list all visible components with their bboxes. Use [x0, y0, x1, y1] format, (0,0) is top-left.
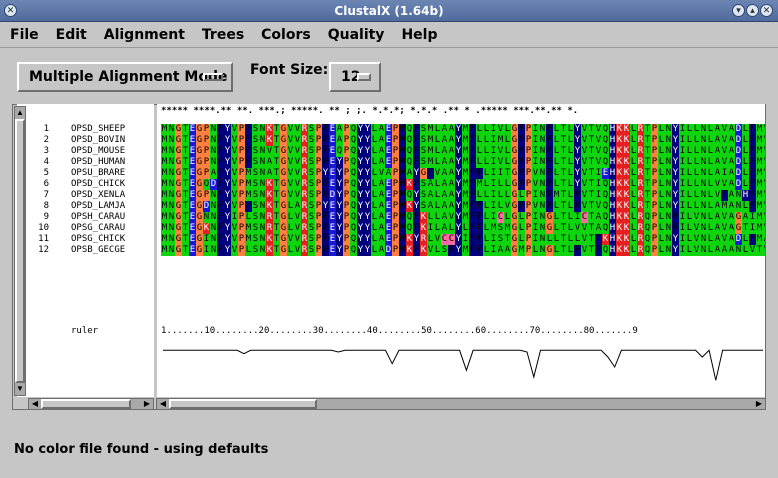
menu-file[interactable]: File: [10, 27, 39, 43]
sequence-row[interactable]: MNGTEGDNFYVPFSNKTGLARSPYEYPQYYLAEPWKYSAL…: [161, 201, 765, 212]
menu-bar: File Edit Alignment Trees Colors Quality…: [0, 22, 778, 48]
maximize-icon[interactable]: ▴: [746, 4, 759, 17]
menu-quality[interactable]: Quality: [328, 27, 385, 43]
scroll-thumb[interactable]: [41, 399, 131, 409]
sequence-row[interactable]: MNGTEGPNFYVPFSNATGVVRSPFEYPQYYLAEPWQFSML…: [161, 157, 765, 168]
quality-curve-line: [163, 349, 763, 381]
sequence-name: OPSD_MOUSE: [71, 146, 126, 156]
scroll-right-icon[interactable]: ▶: [142, 399, 152, 409]
menu-colors[interactable]: Colors: [261, 27, 311, 43]
sequence-name-row[interactable]: 8 OPSD_LAMJA: [17, 201, 126, 212]
sequence-name: OPSD_HUMAN: [71, 157, 126, 167]
sequence-name-row[interactable]: 1 OPSD_SHEEP: [17, 124, 126, 135]
scroll-left-icon[interactable]: ◀: [158, 399, 168, 409]
menu-help[interactable]: Help: [401, 27, 437, 43]
sequence-row[interactable]: MNGTEGPNFYVPFSNVTGVVRSPFEQPQYYLAEPWQFSML…: [161, 146, 765, 157]
toolbar: Multiple Alignment Mode Font Size: 12: [0, 48, 778, 100]
sequence-row[interactable]: MNGTEGPNFYVPMSNKTGVVRSPFDYPQYYLAEPWQYSAL…: [161, 190, 765, 201]
window-title: ClustalX (1.64b): [334, 3, 444, 18]
sequence-name: OPSD_XENLA: [71, 190, 126, 200]
font-size-select[interactable]: 12: [329, 62, 381, 92]
status-message: No color file found - using defaults: [14, 442, 269, 457]
sequence-name-row[interactable]: 2 OPSD_BOVIN: [17, 135, 126, 146]
sequence-name-row[interactable]: 5 OPSU_BRARE: [17, 168, 126, 179]
sequence-name: OPSD_SHEEP: [71, 124, 126, 134]
scroll-down-icon[interactable]: ▼: [15, 384, 25, 394]
vertical-scrollbar[interactable]: ▲ ▼: [14, 106, 26, 396]
quality-curve: [163, 349, 763, 381]
sequence-name-row[interactable]: 11 OPSG_CHICK: [17, 234, 125, 245]
sequence-name-row[interactable]: 3 OPSD_MOUSE: [17, 146, 126, 157]
alignment-pane[interactable]: ***** ****.** **. ***.; *****. ** ; ;. *…: [157, 104, 765, 397]
sequence-name: OPSG_CARAU: [71, 223, 126, 233]
ruler-label: ruler: [71, 326, 99, 336]
sequence-row[interactable]: MNGTEGQDFYVPMSNKTGVVRSPFEYPQYYLAEPWKFSAL…: [161, 179, 765, 190]
sequence-name: OPSD_CHICK: [71, 179, 126, 189]
sequence-name-row[interactable]: 12 OPSB_GECGE: [17, 245, 125, 256]
sequence-name: OPSU_BRARE: [71, 168, 126, 178]
sequence-name-row[interactable]: 10 OPSG_CARAU: [17, 223, 125, 234]
ruler-line: 1.......10........20........30........40…: [161, 326, 638, 336]
sequence-name: OPSD_BOVIN: [71, 135, 126, 145]
sequence-name: OPSD_LAMJA: [71, 201, 126, 211]
menu-trees[interactable]: Trees: [202, 27, 244, 43]
menu-edit[interactable]: Edit: [56, 27, 87, 43]
sequence-name-row[interactable]: 4 OPSD_HUMAN: [17, 157, 126, 168]
minimize-icon[interactable]: ▾: [732, 4, 745, 17]
mode-select[interactable]: Multiple Alignment Mode: [17, 62, 233, 92]
option-indicator-icon: [203, 73, 223, 81]
sequence-name-row[interactable]: 6 OPSD_CHICK: [17, 179, 126, 190]
scroll-right-icon[interactable]: ▶: [754, 399, 764, 409]
sequence-name-row[interactable]: 9 OPSH_CARAU: [17, 212, 126, 223]
sequence-row[interactable]: MNGTEGPAFYVPMSNATGVVRSPYEYPQYYLVAPWAYGFV…: [161, 168, 765, 179]
close-window-icon[interactable]: ✕: [760, 4, 773, 17]
option-indicator-icon: [357, 73, 371, 81]
names-horizontal-scrollbar[interactable]: ◀ ▶: [28, 398, 154, 410]
title-bar: ClustalX (1.64b) ✕ ▾ ▴ ✕: [0, 0, 778, 22]
scroll-left-icon[interactable]: ◀: [30, 399, 40, 409]
mode-select-value: Multiple Alignment Mode: [29, 69, 228, 85]
sequence-row[interactable]: MNGTEGPNFYVPFSNKTGVVRSPFEAPQYYLAEPWQFSML…: [161, 135, 765, 146]
sequence-name: OPSH_CARAU: [71, 212, 126, 222]
close-icon[interactable]: ✕: [4, 4, 17, 17]
sequence-row[interactable]: MNGTEGINFYVPMSNKTGVVRSPFEYPQYYLAEPWKYRLV…: [161, 234, 765, 245]
sequence-row[interactable]: MNGTEGNNFYIPLSNRTGLVRSPFEYPQYYLAEPWQFKLL…: [161, 212, 765, 223]
scroll-thumb[interactable]: [169, 399, 317, 409]
sequence-names-pane: ruler 1 OPSD_SHEEP 2 OPSD_BOVIN 3 OPSD_MOUSE 4…: [17, 104, 154, 397]
menu-alignment[interactable]: Alignment: [104, 27, 185, 43]
sequence-name-row[interactable]: 7 OPSD_XENLA: [17, 190, 126, 201]
sequence-row[interactable]: MNGTEGPNFYVPFSNKTGVVRSPFEAPQYYLAEPWQFSML…: [161, 124, 765, 135]
scroll-up-icon[interactable]: ▲: [15, 108, 25, 118]
sequence-row[interactable]: MNGTEGINFYVPLSNKTGLVRSPFEYPQYYLADPWKFKVL…: [161, 245, 765, 256]
sequence-row[interactable]: MNGTEGKNFYVPMSNRTGLVRSPFEYPQYYLAEPWQFKIL…: [161, 223, 765, 234]
font-size-label: Font Size:: [250, 62, 329, 78]
scroll-thumb[interactable]: [15, 119, 25, 383]
sequence-name: OPSB_GECGE: [71, 245, 126, 255]
consensus-line: ***** ****.** **. ***.; *****. ** ; ;. *…: [161, 106, 579, 116]
sequence-name: OPSG_CHICK: [71, 234, 126, 244]
alignment-horizontal-scrollbar[interactable]: ◀ ▶: [156, 398, 766, 410]
